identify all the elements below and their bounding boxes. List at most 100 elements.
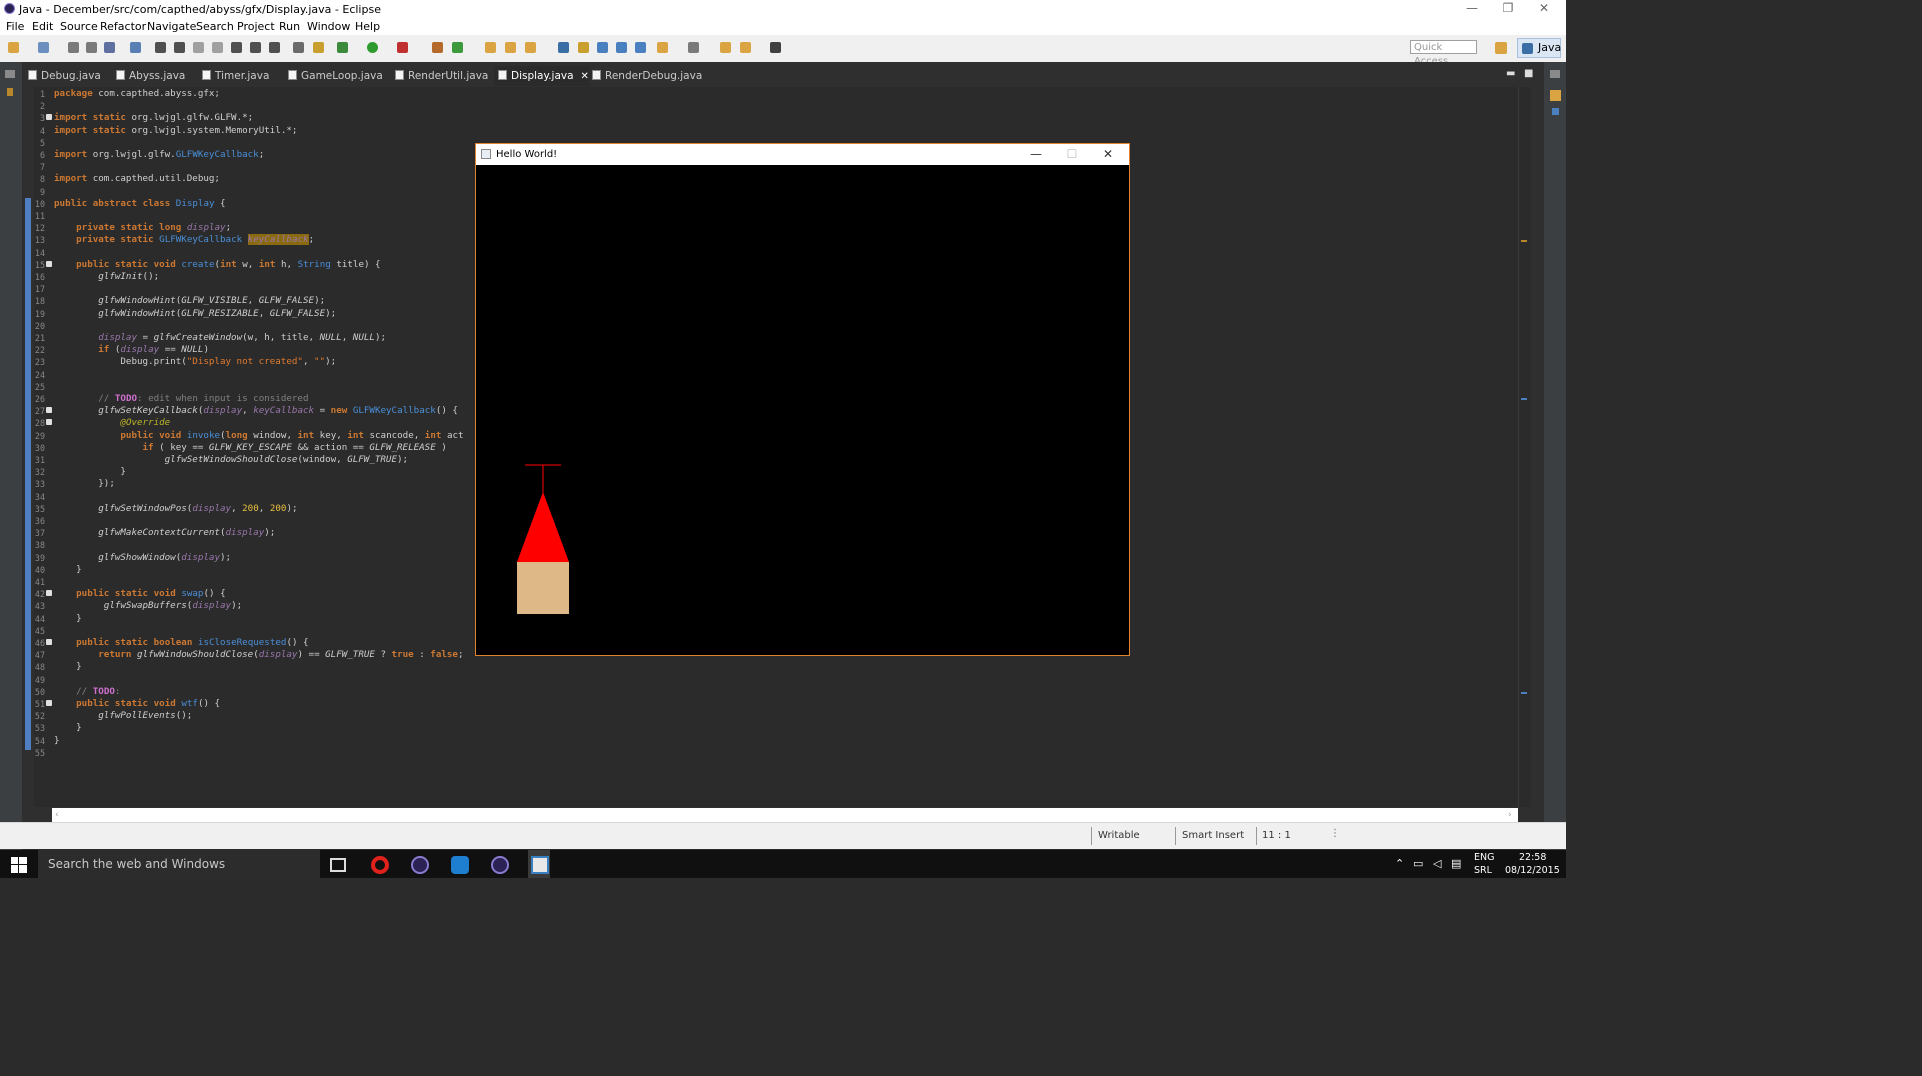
restore-view-icon[interactable] [5, 70, 15, 78]
menu-edit[interactable]: Edit [32, 20, 53, 33]
code-line[interactable]: } [54, 735, 60, 747]
open-task-icon[interactable] [505, 42, 516, 53]
tab-abyss-java[interactable]: Abyss.java [116, 66, 188, 86]
code-line[interactable]: public static boolean isCloseRequested()… [54, 637, 308, 649]
menu-navigate[interactable]: Navigate [147, 20, 196, 33]
tab-close-icon[interactable]: ✕ [581, 71, 589, 82]
minimize-editor-icon[interactable]: ▬ [1506, 68, 1515, 79]
code-line[interactable]: }); [54, 478, 115, 490]
tab-display-java[interactable]: Display.java ✕ [494, 66, 590, 86]
code-line[interactable]: import static org.lwjgl.glfw.GLFW.*; [54, 112, 253, 124]
code-line[interactable]: public static void swap() { [54, 588, 225, 600]
code-line[interactable]: import org.lwjgl.glfw.GLFWKeyCallback; [54, 149, 264, 161]
new-icon[interactable] [8, 42, 19, 53]
code-line[interactable]: if (display == NULL) [54, 344, 209, 356]
code-line[interactable]: Debug.print("Display not created", ""); [54, 356, 336, 368]
scroll-left-icon[interactable]: ‹ [55, 810, 59, 820]
tab-renderutil-java[interactable]: RenderUtil.java [395, 66, 490, 86]
code-line[interactable]: // TODO: edit when input is considered [54, 393, 308, 405]
skip-breakpoints-icon[interactable] [130, 42, 141, 53]
menu-window[interactable]: Window [307, 20, 350, 33]
code-line[interactable]: glfwSwapBuffers(display); [54, 600, 242, 612]
code-line[interactable]: display = glfwCreateWindow(w, h, title, … [54, 332, 386, 344]
print-icon[interactable] [104, 42, 115, 53]
toggle-mark-occurrences-icon[interactable] [578, 42, 589, 53]
debug-icon[interactable] [337, 42, 348, 53]
step-return-icon[interactable] [269, 42, 280, 53]
java-window-taskbar-icon[interactable] [531, 856, 549, 874]
maximize-button[interactable]: ❐ [1490, 0, 1526, 19]
code-line[interactable]: if ( key == GLFW_KEY_ESCAPE && action ==… [54, 442, 447, 454]
outline-icon[interactable] [1552, 108, 1559, 115]
resume-icon[interactable] [155, 42, 166, 53]
code-line[interactable]: package com.capthed.abyss.gfx; [54, 88, 220, 100]
drop-to-frame-icon[interactable] [293, 42, 304, 53]
clock-date[interactable]: 08/12/2015 [1505, 865, 1560, 876]
code-line[interactable]: } [54, 722, 82, 734]
code-line[interactable]: } [54, 613, 82, 625]
package-explorer-icon[interactable] [7, 88, 13, 96]
new-package-icon[interactable] [38, 42, 49, 53]
code-line[interactable]: glfwSetKeyCallback(display, keyCallback … [54, 405, 458, 417]
step-into-icon[interactable] [231, 42, 242, 53]
open-perspective-icon[interactable] [1495, 42, 1507, 54]
save-icon[interactable] [68, 42, 79, 53]
network-icon[interactable]: ▭ [1413, 857, 1423, 870]
code-line[interactable]: glfwShowWindow(display); [54, 552, 231, 564]
use-step-filters-icon[interactable] [313, 42, 324, 53]
code-line[interactable]: glfwPollEvents(); [54, 710, 192, 722]
menu-run[interactable]: Run [279, 20, 300, 33]
save-all-icon[interactable] [86, 42, 97, 53]
input-language[interactable]: ENG [1474, 852, 1494, 863]
hello-maximize-button[interactable]: ☐ [1054, 147, 1090, 161]
menu-source[interactable]: Source [60, 20, 98, 33]
restore-right-view-icon[interactable] [1550, 70, 1560, 78]
code-line[interactable]: } [54, 564, 82, 576]
forward-icon[interactable] [770, 42, 781, 53]
code-line[interactable]: glfwWindowHint(GLFW_RESIZABLE, GLFW_FALS… [54, 308, 336, 320]
vertical-scrollbar[interactable] [1518, 87, 1531, 807]
search-icon[interactable] [525, 42, 536, 53]
xamarin-icon[interactable] [451, 856, 469, 874]
eclipse-taskbar-icon-2[interactable] [491, 856, 509, 874]
eclipse-taskbar-icon[interactable] [411, 856, 429, 874]
back-icon[interactable] [740, 42, 751, 53]
menu-search[interactable]: Search [196, 20, 234, 33]
show-source-icon[interactable] [635, 42, 646, 53]
clock-time[interactable]: 22:58 [1519, 852, 1546, 863]
menu-help[interactable]: Help [355, 20, 380, 33]
menu-file[interactable]: File [6, 20, 24, 33]
scroll-right-icon[interactable]: › [1508, 810, 1512, 820]
code-line[interactable]: } [54, 466, 126, 478]
code-line[interactable]: glfwSetWindowShouldClose(window, GLFW_TR… [54, 454, 408, 466]
minimize-button[interactable]: — [1454, 0, 1490, 19]
code-line[interactable]: import com.capthed.util.Debug; [54, 173, 220, 185]
code-line[interactable]: public static void wtf() { [54, 698, 220, 710]
code-line[interactable]: public static void create(int w, int h, … [54, 259, 380, 271]
volume-icon[interactable]: ◁ [1433, 857, 1441, 870]
open-type-icon[interactable] [485, 42, 496, 53]
code-line[interactable]: glfwMakeContextCurrent(display); [54, 527, 275, 539]
toggle-block-selection-icon[interactable] [597, 42, 608, 53]
tab-debug-java[interactable]: Debug.java [28, 66, 108, 86]
tab-renderdebug-java[interactable]: RenderDebug.java [592, 66, 702, 86]
menu-project[interactable]: Project [237, 20, 275, 33]
menu-refactor[interactable]: Refactor [100, 20, 146, 33]
code-line[interactable]: import static org.lwjgl.system.MemoryUti… [54, 125, 297, 137]
code-line[interactable]: @Override [54, 417, 170, 429]
tab-timer-java[interactable]: Timer.java [202, 66, 274, 86]
code-line[interactable]: glfwWindowHint(GLFW_VISIBLE, GLFW_FALSE)… [54, 295, 325, 307]
horizontal-scrollbar[interactable]: ‹ › [52, 808, 1518, 822]
code-line[interactable]: } [54, 661, 82, 673]
next-annotation-icon[interactable] [657, 42, 668, 53]
code-line[interactable]: private static GLFWKeyCallback keyCallba… [54, 234, 314, 246]
hello-minimize-button[interactable]: — [1018, 147, 1054, 161]
show-whitespace-icon[interactable] [616, 42, 627, 53]
code-line[interactable]: public void invoke(long window, int key,… [54, 430, 463, 442]
opera-icon[interactable] [371, 856, 389, 874]
taskbar-search-box[interactable]: Search the web and Windows [38, 850, 320, 878]
show-hidden-icons[interactable]: ⌃ [1395, 857, 1404, 870]
hello-world-window[interactable] [475, 143, 1130, 656]
tab-gameloop-java[interactable]: GameLoop.java [288, 66, 383, 86]
suspend-icon[interactable] [174, 42, 185, 53]
